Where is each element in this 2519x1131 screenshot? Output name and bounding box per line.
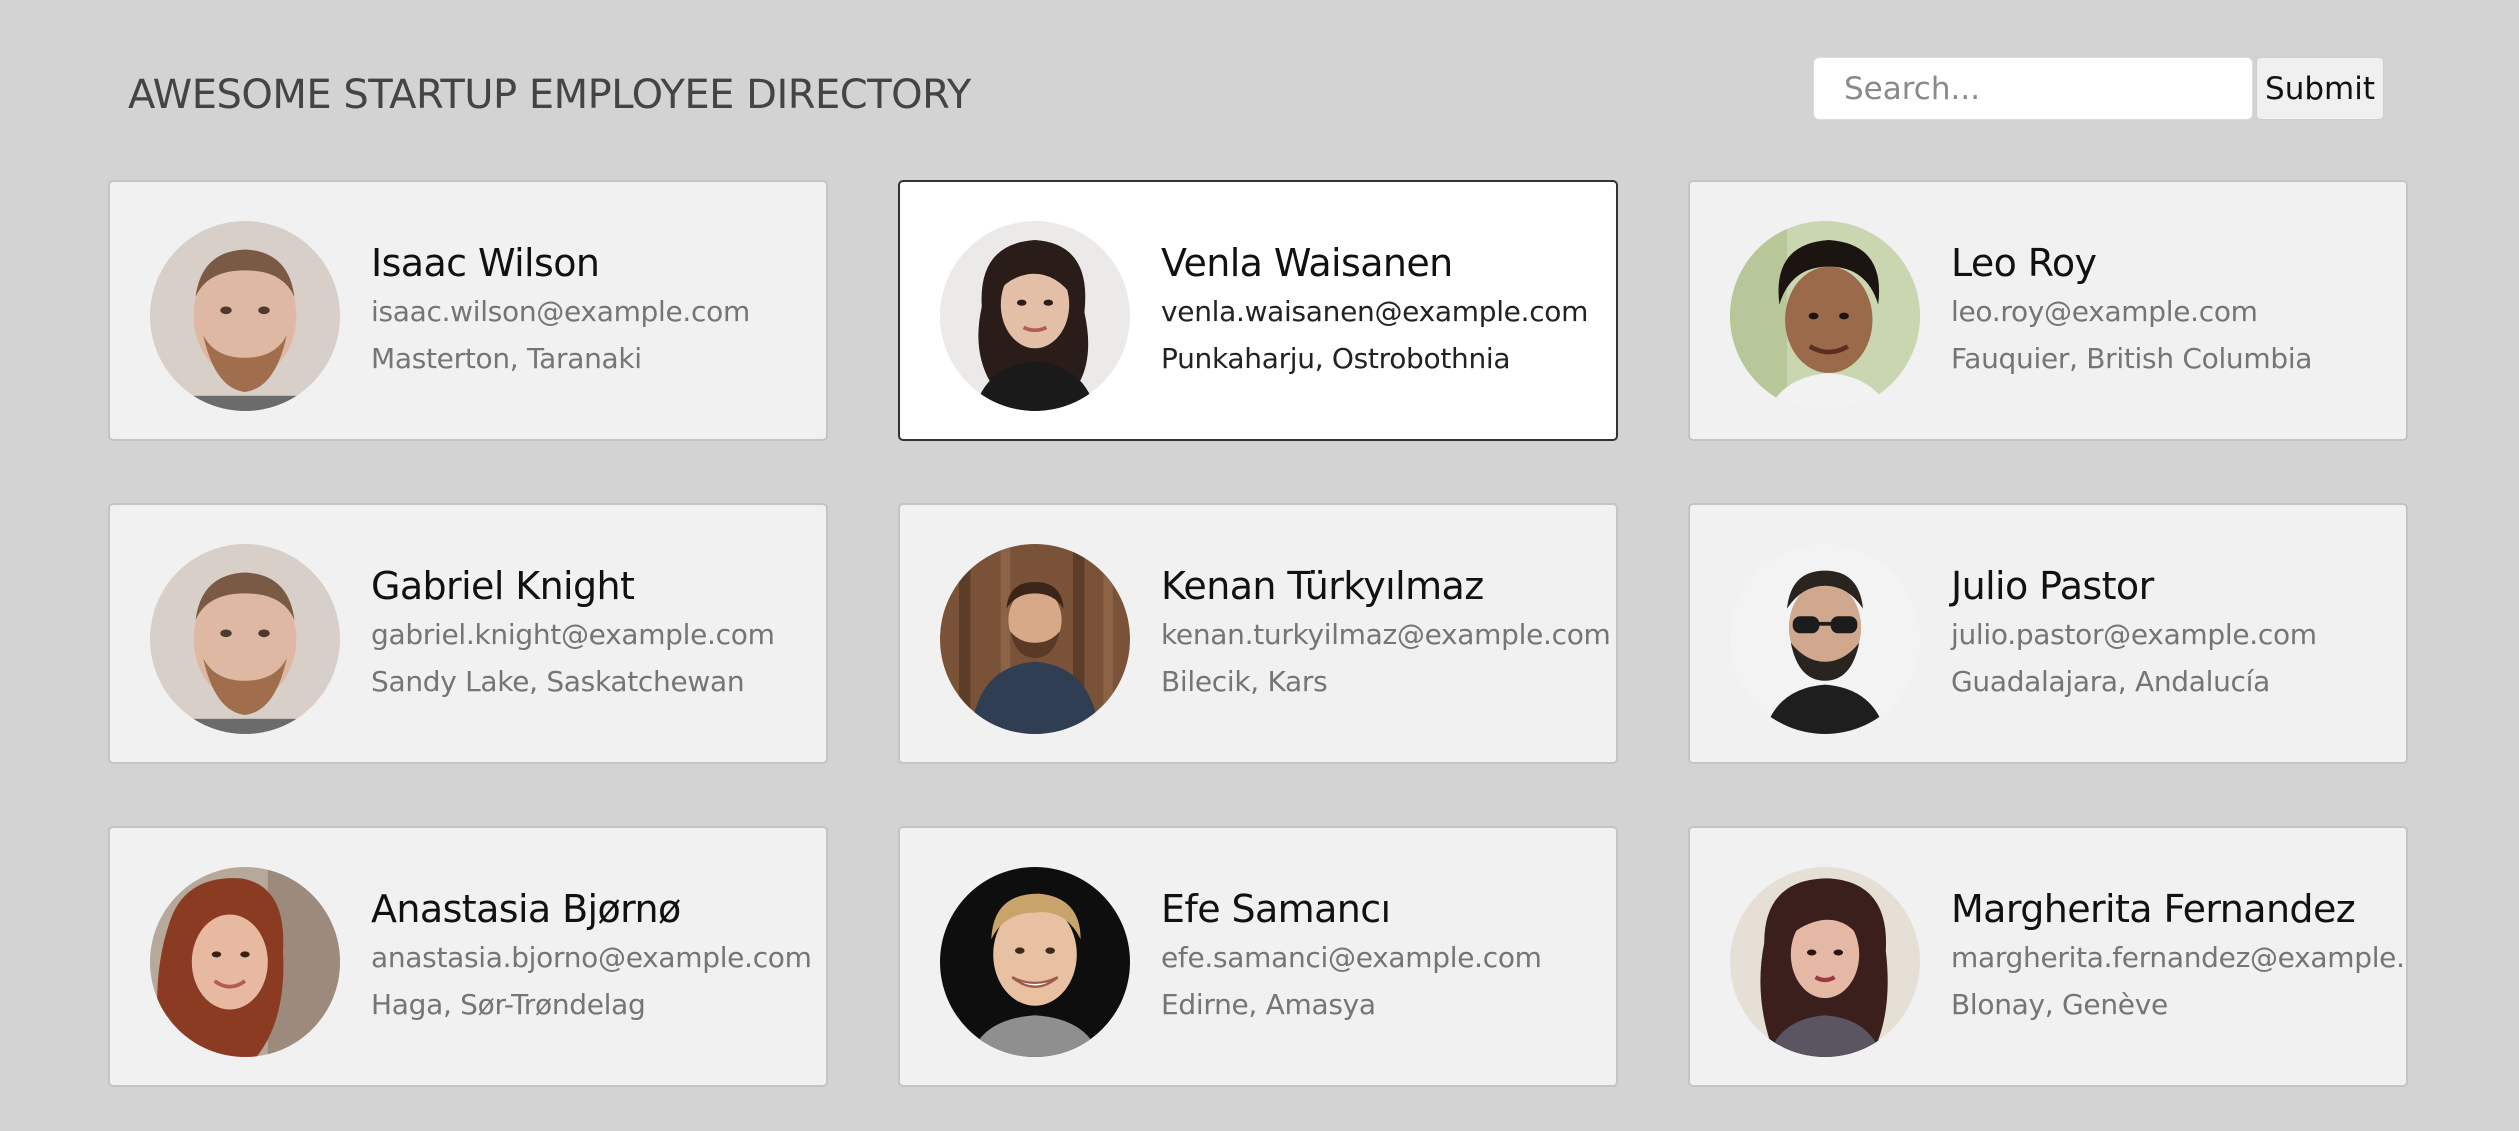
employee-email: efe.samanci@example.com (1161, 941, 1542, 974)
page-title: AWESOME STARTUP EMPLOYEE DIRECTORY (128, 72, 971, 118)
search-form: Submit (1813, 57, 2384, 122)
employee-info: Gabriel Knight gabriel.knight@example.co… (371, 561, 775, 705)
employee-email: kenan.turkyilmaz@example.com (1161, 618, 1611, 651)
employee-name: Venla Waisanen (1161, 241, 1453, 285)
employee-email: anastasia.bjorno@example.com (371, 941, 812, 974)
employee-info: Kenan Türkyılmaz kenan.turkyilmaz@exampl… (1161, 561, 1611, 705)
employee-location: Fauquier, British Columbia (1951, 342, 2313, 375)
submit-button[interactable]: Submit (2256, 57, 2384, 120)
employee-name: Kenan Türkyılmaz (1161, 564, 1484, 608)
avatar-photo-icon (1730, 221, 1920, 411)
employee-email: margherita.fernandez@example.com (1951, 941, 2406, 974)
employee-email: venla.waisanen@example.com (1161, 295, 1589, 328)
employee-card[interactable]: Anastasia Bjørnø anastasia.bjorno@exampl… (108, 826, 828, 1087)
avatar (1730, 867, 1920, 1057)
employee-info: Venla Waisanen venla.waisanen@example.co… (1161, 238, 1588, 382)
employee-name: Efe Samancı (1161, 887, 1391, 931)
employee-location: Blonay, Genève (1951, 988, 2168, 1021)
employee-card[interactable]: Efe Samancı efe.samanci@example.com Edir… (898, 826, 1618, 1087)
search-input[interactable] (1813, 57, 2253, 120)
employee-location: Guadalajara, Andalucía (1951, 665, 2270, 698)
employee-email: isaac.wilson@example.com (371, 295, 750, 328)
employee-card[interactable]: Leo Roy leo.roy@example.com Fauquier, Br… (1688, 180, 2408, 441)
avatar (150, 221, 340, 411)
avatar-photo-icon (1730, 867, 1920, 1057)
employee-name: Gabriel Knight (371, 564, 635, 608)
employee-name: Leo Roy (1951, 241, 2097, 285)
avatar (940, 544, 1130, 734)
employee-card[interactable]: Julio Pastor julio.pastor@example.com Gu… (1688, 503, 2408, 764)
employee-info: Julio Pastor julio.pastor@example.com Gu… (1951, 561, 2317, 705)
employee-card[interactable]: Margherita Fernandez margherita.fernande… (1688, 826, 2408, 1087)
employee-location: Sandy Lake, Saskatchewan (371, 665, 745, 698)
employee-location: Bilecik, Kars (1161, 665, 1328, 698)
employee-email: julio.pastor@example.com (1951, 618, 2317, 651)
avatar (150, 867, 340, 1057)
avatar (940, 221, 1130, 411)
employee-location: Edirne, Amasya (1161, 988, 1376, 1021)
employee-name: Anastasia Bjørnø (371, 887, 681, 931)
employee-info: Leo Roy leo.roy@example.com Fauquier, Br… (1951, 238, 2312, 382)
avatar-photo-icon (150, 544, 340, 734)
employee-card[interactable]: Kenan Türkyılmaz kenan.turkyilmaz@exampl… (898, 503, 1618, 764)
avatar (1730, 544, 1920, 734)
employee-name: Margherita Fernandez (1951, 887, 2356, 931)
employee-name: Julio Pastor (1951, 564, 2154, 608)
avatar-photo-icon (940, 867, 1130, 1057)
avatar-photo-icon (150, 221, 340, 411)
header: AWESOME STARTUP EMPLOYEE DIRECTORY Submi… (0, 0, 2519, 180)
employee-card[interactable]: Venla Waisanen venla.waisanen@example.co… (898, 180, 1618, 441)
employee-location: Haga, Sør-Trøndelag (371, 988, 646, 1021)
employee-card[interactable]: Isaac Wilson isaac.wilson@example.com Ma… (108, 180, 828, 441)
avatar (940, 867, 1130, 1057)
employee-info: Efe Samancı efe.samanci@example.com Edir… (1161, 884, 1542, 1028)
employee-card[interactable]: Gabriel Knight gabriel.knight@example.co… (108, 503, 828, 764)
avatar-photo-icon (1730, 544, 1920, 734)
avatar-photo-icon (940, 221, 1130, 411)
employee-location: Masterton, Taranaki (371, 342, 642, 375)
employee-name: Isaac Wilson (371, 241, 600, 285)
avatar (1730, 221, 1920, 411)
employee-email: leo.roy@example.com (1951, 295, 2258, 328)
avatar-photo-icon (940, 544, 1130, 734)
employee-location: Punkaharju, Ostrobothnia (1161, 342, 1511, 375)
avatar-photo-icon (150, 867, 340, 1057)
employee-email: gabriel.knight@example.com (371, 618, 775, 651)
employee-grid: Isaac Wilson isaac.wilson@example.com Ma… (108, 180, 2408, 1087)
employee-info: Anastasia Bjørnø anastasia.bjorno@exampl… (371, 884, 812, 1028)
employee-info: Margherita Fernandez margherita.fernande… (1951, 884, 2406, 1028)
avatar (150, 544, 340, 734)
employee-info: Isaac Wilson isaac.wilson@example.com Ma… (371, 238, 750, 382)
